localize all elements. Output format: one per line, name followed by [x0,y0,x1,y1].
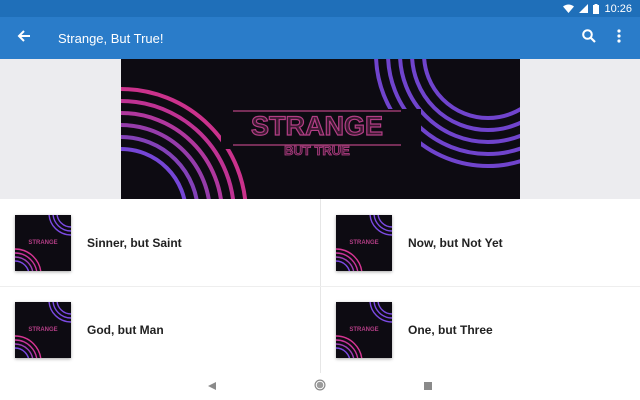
list-item[interactable]: STRANGE Now, but Not Yet [321,199,640,286]
item-thumbnail: STRANGE [15,214,71,271]
thumbnail-title: STRANGE [349,327,378,333]
banner-area: STRANGE BUT TRUE [0,59,640,199]
system-nav-bar [0,373,640,400]
series-banner: STRANGE BUT TRUE [121,59,520,199]
square-recents-icon [423,378,433,396]
banner-title: STRANGE [251,111,383,141]
banner-subtitle: BUT TRUE [284,143,350,158]
item-title: One, but Three [408,322,493,337]
app-bar: Strange, But True! [0,17,640,59]
thumbnail-title: STRANGE [28,327,57,333]
circle-home-icon [313,378,327,397]
status-time: 10:26 [604,2,632,15]
battery-icon [593,3,600,14]
item-title: God, but Man [87,322,164,337]
item-title: Sinner, but Saint [87,235,182,250]
page-title: Strange, But True! [58,30,164,46]
search-icon [582,28,596,48]
triangle-back-icon [207,378,217,396]
back-button[interactable] [0,17,48,59]
nav-back-button[interactable] [202,377,222,397]
nav-home-button[interactable] [310,377,330,397]
thumbnail-title: STRANGE [28,240,57,246]
grid-divider-horizontal [0,286,640,287]
item-thumbnail: STRANGE [15,301,71,358]
status-bar: 10:26 [0,0,640,17]
item-title: Now, but Not Yet [408,235,503,250]
search-button[interactable] [574,17,604,59]
list-item[interactable]: STRANGE Sinner, but Saint [0,199,320,286]
arrow-back-icon [17,29,31,48]
wifi-icon [563,4,575,13]
item-thumbnail: STRANGE [336,301,392,358]
nav-recents-button[interactable] [418,377,438,397]
list-item[interactable]: STRANGE God, but Man [0,286,320,373]
thumbnail-title: STRANGE [349,240,378,246]
list-item[interactable]: STRANGE One, but Three [321,286,640,373]
more-options-button[interactable] [604,17,634,59]
cell-signal-icon [579,4,589,13]
item-thumbnail: STRANGE [336,214,392,271]
more-vert-icon [617,28,621,48]
